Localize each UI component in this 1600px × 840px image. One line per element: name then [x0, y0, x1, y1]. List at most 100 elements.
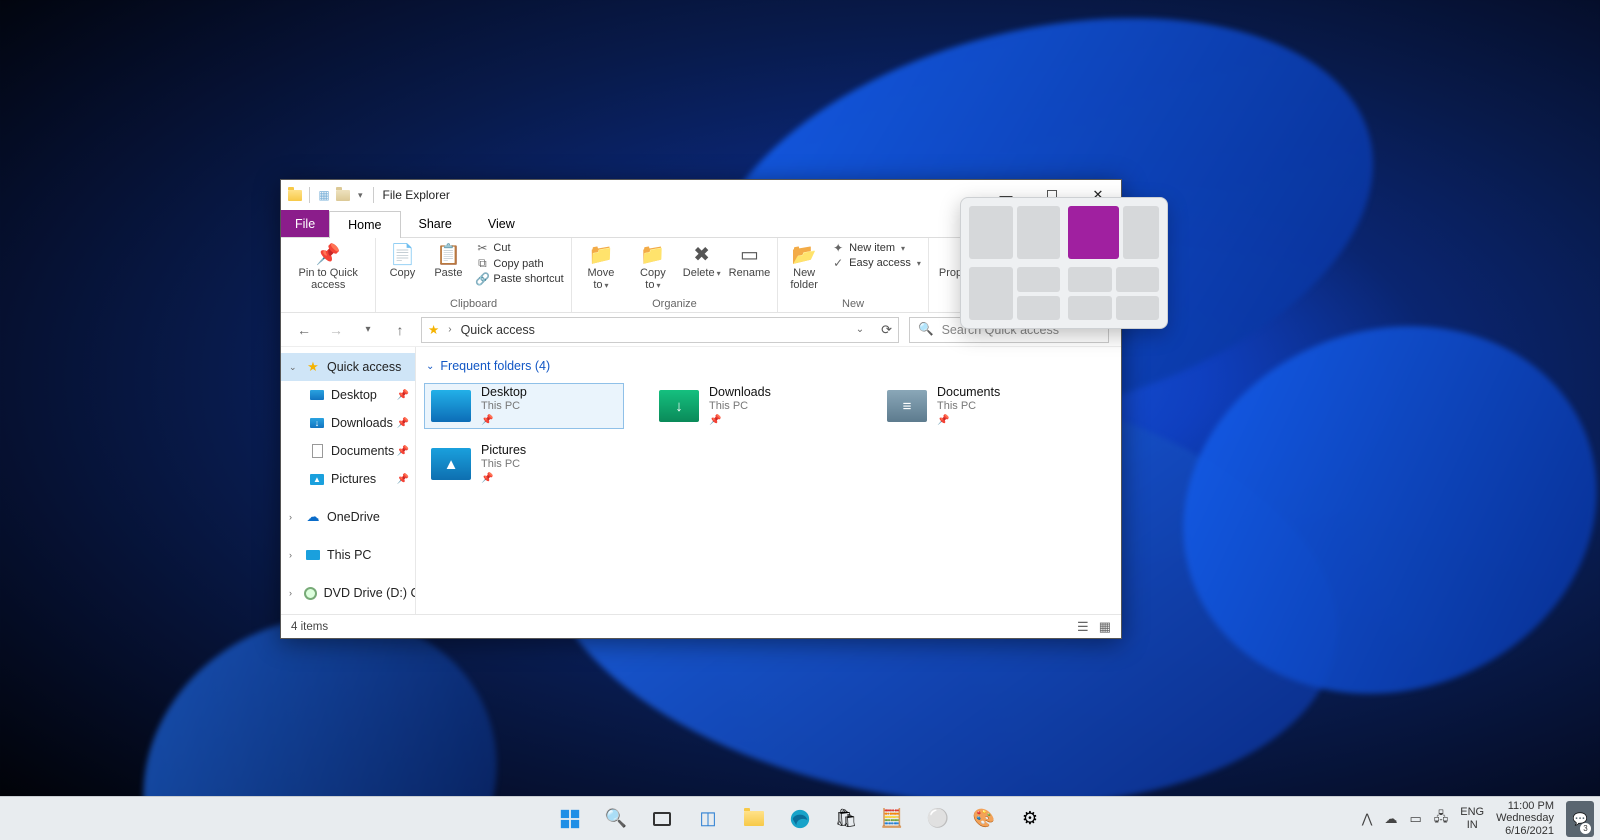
sidebar-item-downloads[interactable]: ↓Downloads📌: [281, 409, 415, 437]
easyaccess-icon: ✓: [831, 256, 845, 270]
sidebar-item-desktop[interactable]: Desktop📌: [281, 381, 415, 409]
edge-button[interactable]: [781, 800, 819, 838]
qat-properties-icon[interactable]: ▦: [316, 187, 332, 203]
folder-tile-documents[interactable]: ≡DocumentsThis PC📌: [880, 383, 1080, 429]
calculator-button[interactable]: 🧮: [873, 800, 911, 838]
sidebar-item-quick-access[interactable]: ⌄ ★ Quick access: [281, 353, 415, 381]
folder-tile-desktop[interactable]: DesktopThis PC📌: [424, 383, 624, 429]
snap-layout-2[interactable]: [1068, 206, 1159, 259]
taskview-icon: [653, 812, 671, 826]
pin-quick-access-button[interactable]: 📌Pin to Quick access: [285, 240, 371, 293]
app-button-1[interactable]: ⚪: [919, 800, 957, 838]
notifications-button[interactable]: 💬 3: [1566, 801, 1594, 837]
refresh-button[interactable]: ⟳: [881, 322, 892, 338]
tab-file[interactable]: File: [281, 210, 329, 237]
newfolder-icon: 📂: [791, 242, 817, 266]
cloud-icon: ☁: [305, 509, 321, 525]
settings-button[interactable]: ⚙: [1011, 800, 1049, 838]
copy-button[interactable]: 📄Copy: [380, 240, 424, 281]
tile-location: This PC: [937, 400, 1000, 413]
forward-button[interactable]: →: [325, 322, 347, 338]
folder-tile-pictures[interactable]: ▲PicturesThis PC📌: [424, 441, 624, 487]
sidebar-item-dvd[interactable]: ›DVD Drive (D:) CC: [281, 579, 415, 607]
tile-location: This PC: [709, 400, 771, 413]
tile-location: This PC: [481, 400, 527, 413]
new-item-button[interactable]: ✦New item▾: [831, 241, 921, 255]
copy-path-button[interactable]: ⧉Copy path: [475, 256, 563, 271]
moveto-icon: 📁: [588, 242, 614, 266]
tiles-view-button[interactable]: ▦: [1099, 619, 1111, 635]
qat-customize-icon[interactable]: ▾: [358, 190, 363, 201]
details-view-button[interactable]: ☰: [1077, 619, 1089, 635]
up-button[interactable]: ↑: [389, 322, 411, 338]
delete-icon: ✖: [689, 242, 715, 266]
tray-overflow-button[interactable]: ⋀: [1362, 811, 1373, 827]
snap-layout-1[interactable]: [969, 206, 1060, 259]
address-dropdown-icon[interactable]: ⌄: [856, 324, 864, 335]
snap-layout-3[interactable]: [969, 267, 1060, 320]
search-icon: 🔍: [605, 808, 627, 829]
qat-newfolder-icon[interactable]: [335, 187, 351, 203]
file-explorer-button[interactable]: [735, 800, 773, 838]
pin-icon: 📌: [397, 418, 409, 429]
task-view-button[interactable]: [643, 800, 681, 838]
paste-icon: 📋: [435, 242, 461, 266]
search-button[interactable]: 🔍: [597, 800, 635, 838]
app-icon: ⚪: [927, 808, 949, 829]
clock-button[interactable]: 11:00 PMWednesday6/16/2021: [1496, 800, 1554, 836]
star-icon: ★: [305, 359, 321, 375]
rename-button[interactable]: ▭Rename: [726, 240, 773, 281]
tab-view[interactable]: View: [470, 210, 533, 237]
recent-button[interactable]: ▾: [357, 324, 379, 335]
copy-icon: 📄: [389, 242, 415, 266]
folder-tile-downloads[interactable]: ↓DownloadsThis PC📌: [652, 383, 852, 429]
store-button[interactable]: 🛍: [827, 800, 865, 838]
language-button[interactable]: ENGIN: [1460, 806, 1484, 830]
folder-icon-desktop: [431, 390, 471, 422]
chevron-down-icon[interactable]: ⌄: [289, 362, 299, 373]
new-folder-button[interactable]: 📂New folder: [782, 240, 826, 293]
copypath-icon: ⧉: [475, 256, 489, 271]
tile-name: Downloads: [709, 385, 771, 400]
downloads-icon: ↓: [310, 418, 324, 428]
tile-name: Pictures: [481, 443, 526, 458]
tab-home[interactable]: Home: [329, 211, 400, 238]
disc-icon: [304, 587, 317, 600]
sidebar-item-pictures[interactable]: ▲Pictures📌: [281, 465, 415, 493]
sidebar-item-onedrive[interactable]: ›☁OneDrive: [281, 503, 415, 531]
onedrive-tray-icon[interactable]: ☁: [1384, 811, 1397, 827]
chevron-right-icon[interactable]: ›: [289, 512, 299, 522]
paste-button[interactable]: 📋Paste: [426, 240, 470, 281]
easy-access-button[interactable]: ✓Easy access▾: [831, 256, 921, 270]
copy-to-button[interactable]: 📁Copy to▾: [628, 240, 677, 293]
tile-pin-icon: 📌: [481, 415, 527, 427]
palette-icon: 🎨: [973, 808, 995, 829]
tile-pin-icon: 📌: [937, 415, 1000, 427]
sidebar-item-this-pc[interactable]: ›This PC: [281, 541, 415, 569]
back-button[interactable]: ←: [293, 322, 315, 338]
cut-button[interactable]: ✂Cut: [475, 241, 563, 255]
start-button[interactable]: [551, 800, 589, 838]
delete-button[interactable]: ✖Delete▾: [680, 240, 724, 281]
move-to-button[interactable]: 📁Move to▾: [576, 240, 626, 293]
new-group-label: New: [842, 297, 864, 312]
window-title: File Explorer: [383, 188, 450, 202]
tile-name: Documents: [937, 385, 1000, 400]
network-icon[interactable]: 🖧: [1434, 808, 1449, 830]
sidebar-item-documents[interactable]: Documents📌: [281, 437, 415, 465]
app-button-2[interactable]: 🎨: [965, 800, 1003, 838]
snap-layouts-flyout: [960, 197, 1168, 329]
section-header[interactable]: ⌄ Frequent folders (4): [426, 359, 1113, 373]
address-bar[interactable]: ★ › Quick access ⌄ ⟳: [421, 317, 899, 343]
meet-now-icon[interactable]: ▭: [1409, 811, 1421, 827]
tab-share[interactable]: Share: [401, 210, 470, 237]
status-bar: 4 items ☰ ▦: [281, 614, 1121, 638]
taskbar: 🔍 ◫ 🛍 🧮 ⚪ 🎨 ⚙ ⋀ ☁ ▭ 🖧 ENGIN 11:00 PMWedn…: [0, 796, 1600, 840]
content-pane[interactable]: ⌄ Frequent folders (4) DesktopThis PC📌↓D…: [416, 347, 1121, 614]
pin-icon: 📌: [315, 242, 341, 266]
snap-layout-4[interactable]: [1068, 267, 1159, 320]
folder-icon: [744, 811, 764, 826]
organize-group-label: Organize: [652, 297, 697, 312]
paste-shortcut-button[interactable]: 🔗Paste shortcut: [475, 272, 563, 286]
widgets-button[interactable]: ◫: [689, 800, 727, 838]
